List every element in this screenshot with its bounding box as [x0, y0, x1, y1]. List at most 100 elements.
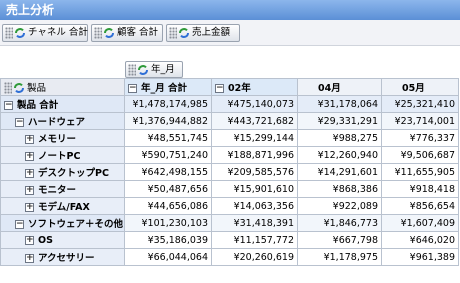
cell-value: ¥35,186,039 — [124, 231, 212, 249]
cell-value: ¥590,751,240 — [124, 146, 212, 164]
cell-value: ¥642,498,155 — [124, 163, 212, 181]
refresh-icon — [15, 27, 25, 38]
row-header-modem-fax[interactable]: + モデム/FAX — [0, 197, 125, 215]
table-row: + メモリー ¥48,551,745 ¥15,299,144 ¥988,275 ¥… — [0, 129, 459, 147]
cell-value: ¥66,044,064 — [124, 248, 212, 266]
row-header-monitor[interactable]: + モニター — [0, 180, 125, 198]
filter-bar: チャネル 合計 顧客 合計 売上金額 — [0, 20, 460, 46]
cell-value: ¥1,178,975 — [297, 248, 382, 266]
cell-value: ¥48,551,745 — [124, 129, 212, 147]
cell-value: ¥1,376,944,882 — [124, 112, 212, 130]
collapse-toggle[interactable]: − — [215, 84, 224, 93]
table-row: + デスクトップPC ¥642,498,155 ¥209,585,576 ¥14,… — [0, 163, 459, 181]
column-header-year[interactable]: −02年 — [211, 78, 298, 96]
cell-value: ¥101,230,103 — [124, 214, 212, 232]
column-dimension-chip[interactable]: 年_月 — [125, 61, 183, 78]
cell-value: ¥961,389 — [381, 248, 459, 266]
table-row: + アクセサリー ¥66,044,064 ¥20,260,619 ¥1,178,9… — [0, 248, 459, 266]
row-dimension-label: 製品 — [27, 82, 47, 94]
cell-value: ¥25,321,410 — [381, 95, 459, 113]
row-header-desktop-pc[interactable]: + デスクトップPC — [0, 163, 125, 181]
cell-value: ¥15,901,610 — [211, 180, 298, 198]
column-header-may: 05月 — [381, 78, 459, 96]
cell-value: ¥1,607,409 — [381, 214, 459, 232]
column-header-label: 04月 — [318, 83, 341, 94]
table-row: − 製品 合計 ¥1,478,174,985 ¥475,140,073 ¥31,1… — [0, 95, 459, 113]
row-label: メモリー — [38, 134, 77, 145]
expand-toggle[interactable]: + — [25, 186, 34, 195]
cell-value: ¥922,089 — [297, 197, 382, 215]
cell-value: ¥667,798 — [297, 231, 382, 249]
cell-value: ¥20,260,619 — [211, 248, 298, 266]
collapse-toggle[interactable]: − — [15, 220, 24, 229]
row-header-os[interactable]: + OS — [0, 231, 125, 249]
expand-toggle[interactable]: + — [25, 169, 34, 178]
row-label: デスクトップPC — [38, 168, 109, 179]
row-header-memory[interactable]: + メモリー — [0, 129, 125, 147]
filter-customer-label: 顧客 合計 — [117, 27, 159, 38]
row-header-software-other[interactable]: − ソフトウェア＋その他 — [0, 214, 125, 232]
cell-value: ¥1,478,174,985 — [124, 95, 212, 113]
row-label: アクセサリー — [38, 253, 95, 264]
cell-value: ¥50,487,656 — [124, 180, 212, 198]
refresh-icon — [179, 27, 189, 38]
row-label: モニター — [38, 185, 77, 196]
row-dimension-chip[interactable]: 製品 — [0, 78, 125, 96]
row-label: ノートPC — [38, 151, 81, 162]
expand-toggle[interactable]: + — [25, 235, 34, 245]
table-row: + OS ¥35,186,039 ¥11,157,772 ¥667,798 ¥64… — [0, 231, 459, 249]
cell-value: ¥776,337 — [381, 129, 459, 147]
expand-toggle[interactable]: + — [25, 203, 34, 212]
refresh-icon — [14, 83, 24, 94]
table-row: − ソフトウェア＋その他 ¥101,230,103 ¥31,418,391 ¥1,… — [0, 214, 459, 232]
row-header-notebook-pc[interactable]: + ノートPC — [0, 146, 125, 164]
drag-grip-icon[interactable] — [128, 63, 136, 76]
cell-value: ¥12,260,940 — [297, 146, 382, 164]
cell-value: ¥31,178,064 — [297, 95, 382, 113]
filter-sales-label: 売上金額 — [192, 27, 231, 38]
cell-value: ¥443,721,682 — [211, 112, 298, 130]
collapse-toggle[interactable]: − — [4, 101, 13, 110]
filter-customer-total[interactable]: 顧客 合計 — [91, 24, 163, 42]
cell-value: ¥14,291,601 — [297, 163, 382, 181]
header-row: 製品 − 年_月 合計 −02年 04月 05月 — [0, 78, 459, 96]
window-title: 売上分析 — [0, 0, 460, 20]
row-label: モデム/FAX — [38, 202, 90, 213]
column-dimension-label: 年_月 — [151, 64, 175, 75]
collapse-toggle[interactable]: − — [128, 84, 137, 93]
column-header-label: 05月 — [402, 83, 425, 94]
pivot-table: 製品 − 年_月 合計 −02年 04月 05月 − 製品 合計 ¥1,478,17… — [0, 78, 459, 266]
refresh-icon — [138, 64, 148, 75]
cell-value: ¥1,846,773 — [297, 214, 382, 232]
table-row: − ハードウェア ¥1,376,944,882 ¥443,721,682 ¥29,… — [0, 112, 459, 130]
cell-value: ¥15,299,144 — [211, 129, 298, 147]
cell-value: ¥11,157,772 — [211, 231, 298, 249]
row-header-product-total[interactable]: − 製品 合計 — [0, 95, 125, 113]
cell-value: ¥188,871,996 — [211, 146, 298, 164]
cell-value: ¥646,020 — [381, 231, 459, 249]
cell-value: ¥856,654 — [381, 197, 459, 215]
cell-value: ¥9,506,687 — [381, 146, 459, 164]
filter-sales-amount[interactable]: 売上金額 — [166, 24, 240, 42]
cell-value: ¥31,418,391 — [211, 214, 298, 232]
column-header-total[interactable]: − 年_月 合計 — [124, 78, 212, 96]
expand-toggle[interactable]: + — [25, 254, 34, 263]
cell-value: ¥475,140,073 — [211, 95, 298, 113]
row-header-accessory[interactable]: + アクセサリー — [0, 248, 125, 266]
cell-value: ¥14,063,356 — [211, 197, 298, 215]
table-row: + ノートPC ¥590,751,240 ¥188,871,996 ¥12,260… — [0, 146, 459, 164]
expand-toggle[interactable]: + — [25, 152, 34, 161]
drag-grip-icon[interactable] — [4, 82, 12, 95]
cell-value: ¥868,386 — [297, 180, 382, 198]
filter-channel-total[interactable]: チャネル 合計 — [2, 24, 88, 42]
row-label: ソフトウェア＋その他 — [28, 219, 124, 230]
expand-toggle[interactable]: + — [25, 135, 34, 144]
drag-grip-icon[interactable] — [169, 26, 177, 39]
row-header-hardware[interactable]: − ハードウェア — [0, 112, 125, 130]
table-row: + モデム/FAX ¥44,656,086 ¥14,063,356 ¥922,08… — [0, 197, 459, 215]
collapse-toggle[interactable]: − — [15, 118, 24, 127]
row-label: 製品 合計 — [17, 100, 59, 111]
drag-grip-icon[interactable] — [94, 26, 102, 39]
column-header-label: 02年 — [228, 83, 251, 94]
drag-grip-icon[interactable] — [5, 26, 13, 39]
